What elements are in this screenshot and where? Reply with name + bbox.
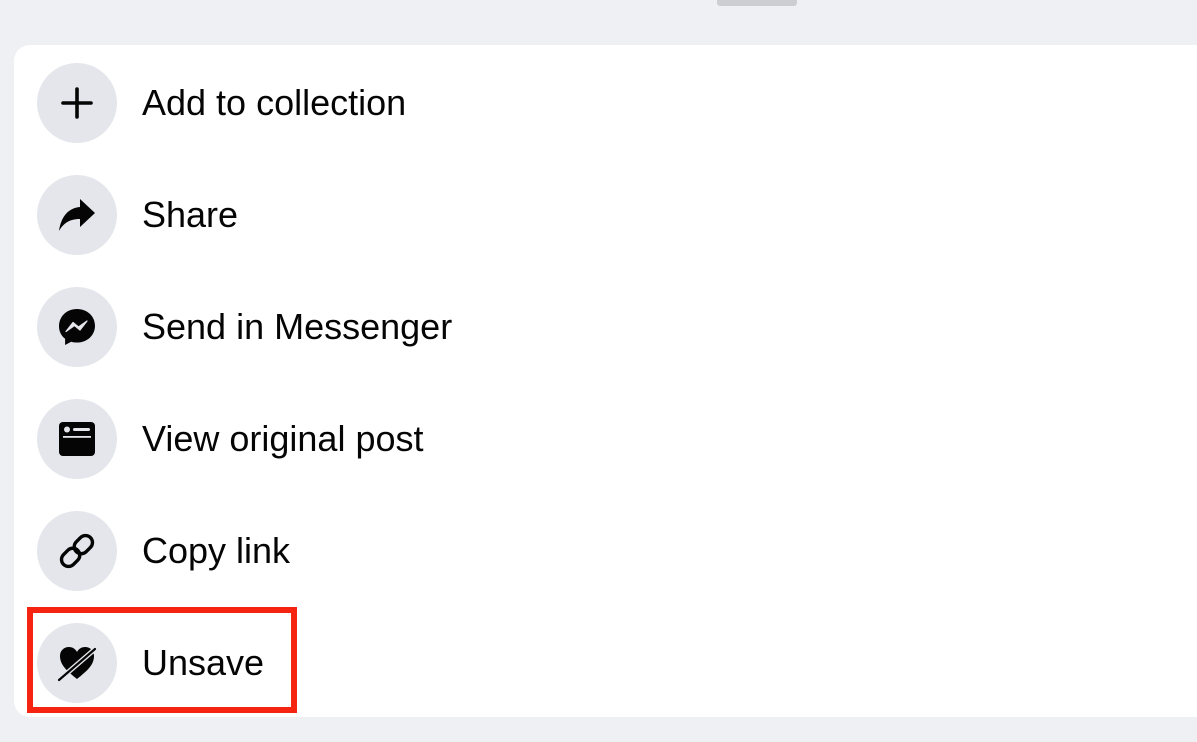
unsave-label: Unsave (142, 642, 265, 683)
add-to-collection-label: Add to collection (142, 82, 407, 123)
plus-icon (37, 63, 117, 143)
action-sheet: Add to collection Share Send in Messenge… (14, 45, 1197, 717)
share-label: Share (142, 194, 239, 235)
add-to-collection-item[interactable]: Add to collection (14, 47, 1197, 159)
share-arrow-icon (37, 175, 117, 255)
send-in-messenger-label: Send in Messenger (142, 306, 453, 347)
unsave-icon (37, 623, 117, 703)
post-icon (37, 399, 117, 479)
copy-link-item[interactable]: Copy link (14, 495, 1197, 607)
view-original-post-item[interactable]: View original post (14, 383, 1197, 495)
copy-link-label: Copy link (142, 530, 291, 571)
link-icon (37, 511, 117, 591)
sheet-drag-handle[interactable] (717, 0, 797, 6)
view-original-post-label: View original post (142, 418, 424, 459)
share-item[interactable]: Share (14, 159, 1197, 271)
send-in-messenger-item[interactable]: Send in Messenger (14, 271, 1197, 383)
messenger-icon (37, 287, 117, 367)
unsave-item[interactable]: Unsave (14, 607, 1197, 719)
